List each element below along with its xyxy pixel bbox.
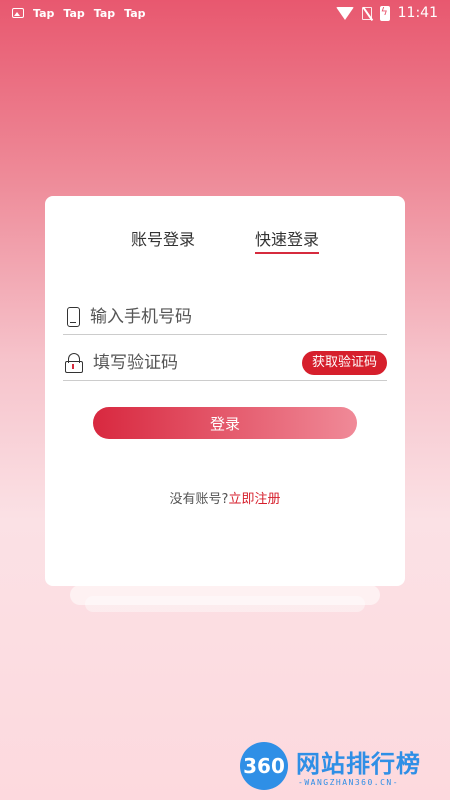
tab-account-login[interactable]: 账号登录: [131, 226, 195, 250]
tab-quick-login[interactable]: 快速登录: [255, 226, 319, 250]
active-tab-indicator: [255, 252, 319, 254]
wifi-icon: [335, 6, 354, 20]
get-code-button[interactable]: 获取验证码: [301, 351, 387, 375]
clock: 11:41: [397, 5, 438, 21]
code-field: 获取验证码: [63, 346, 387, 381]
no-sim-icon: [361, 6, 372, 20]
card-stack-shadow: [85, 596, 365, 612]
register-prompt: 没有账号?立即注册: [45, 488, 405, 507]
login-card: 账号登录 快速登录 获取验证码 登录 没有账号?立即注册: [45, 196, 405, 586]
watermark-title: 网站排行榜: [296, 750, 421, 778]
watermark-logo: 360: [240, 742, 288, 790]
watermark: 360 网站排行榜 -WANGZHAN360.CN-: [240, 738, 445, 796]
no-account-text: 没有账号?: [169, 492, 229, 507]
login-tabs: 账号登录 快速登录: [45, 226, 405, 256]
battery-charging-icon: [379, 5, 390, 21]
login-button[interactable]: 登录: [93, 407, 357, 439]
phone-input[interactable]: [90, 302, 387, 332]
phone-icon: [67, 307, 80, 327]
tap-notification: Tap: [33, 6, 55, 20]
status-bar: Tap Tap Tap Tap 11:41: [0, 0, 450, 26]
tap-notification: Tap: [124, 6, 146, 20]
image-notification-icon: [12, 8, 24, 18]
phone-field: [63, 300, 387, 335]
lock-icon: [65, 353, 83, 373]
watermark-subtitle: -WANGZHAN360.CN-: [298, 778, 400, 787]
tap-notification: Tap: [63, 6, 85, 20]
tap-notification: Tap: [93, 6, 116, 20]
register-link[interactable]: 立即注册: [228, 492, 280, 507]
